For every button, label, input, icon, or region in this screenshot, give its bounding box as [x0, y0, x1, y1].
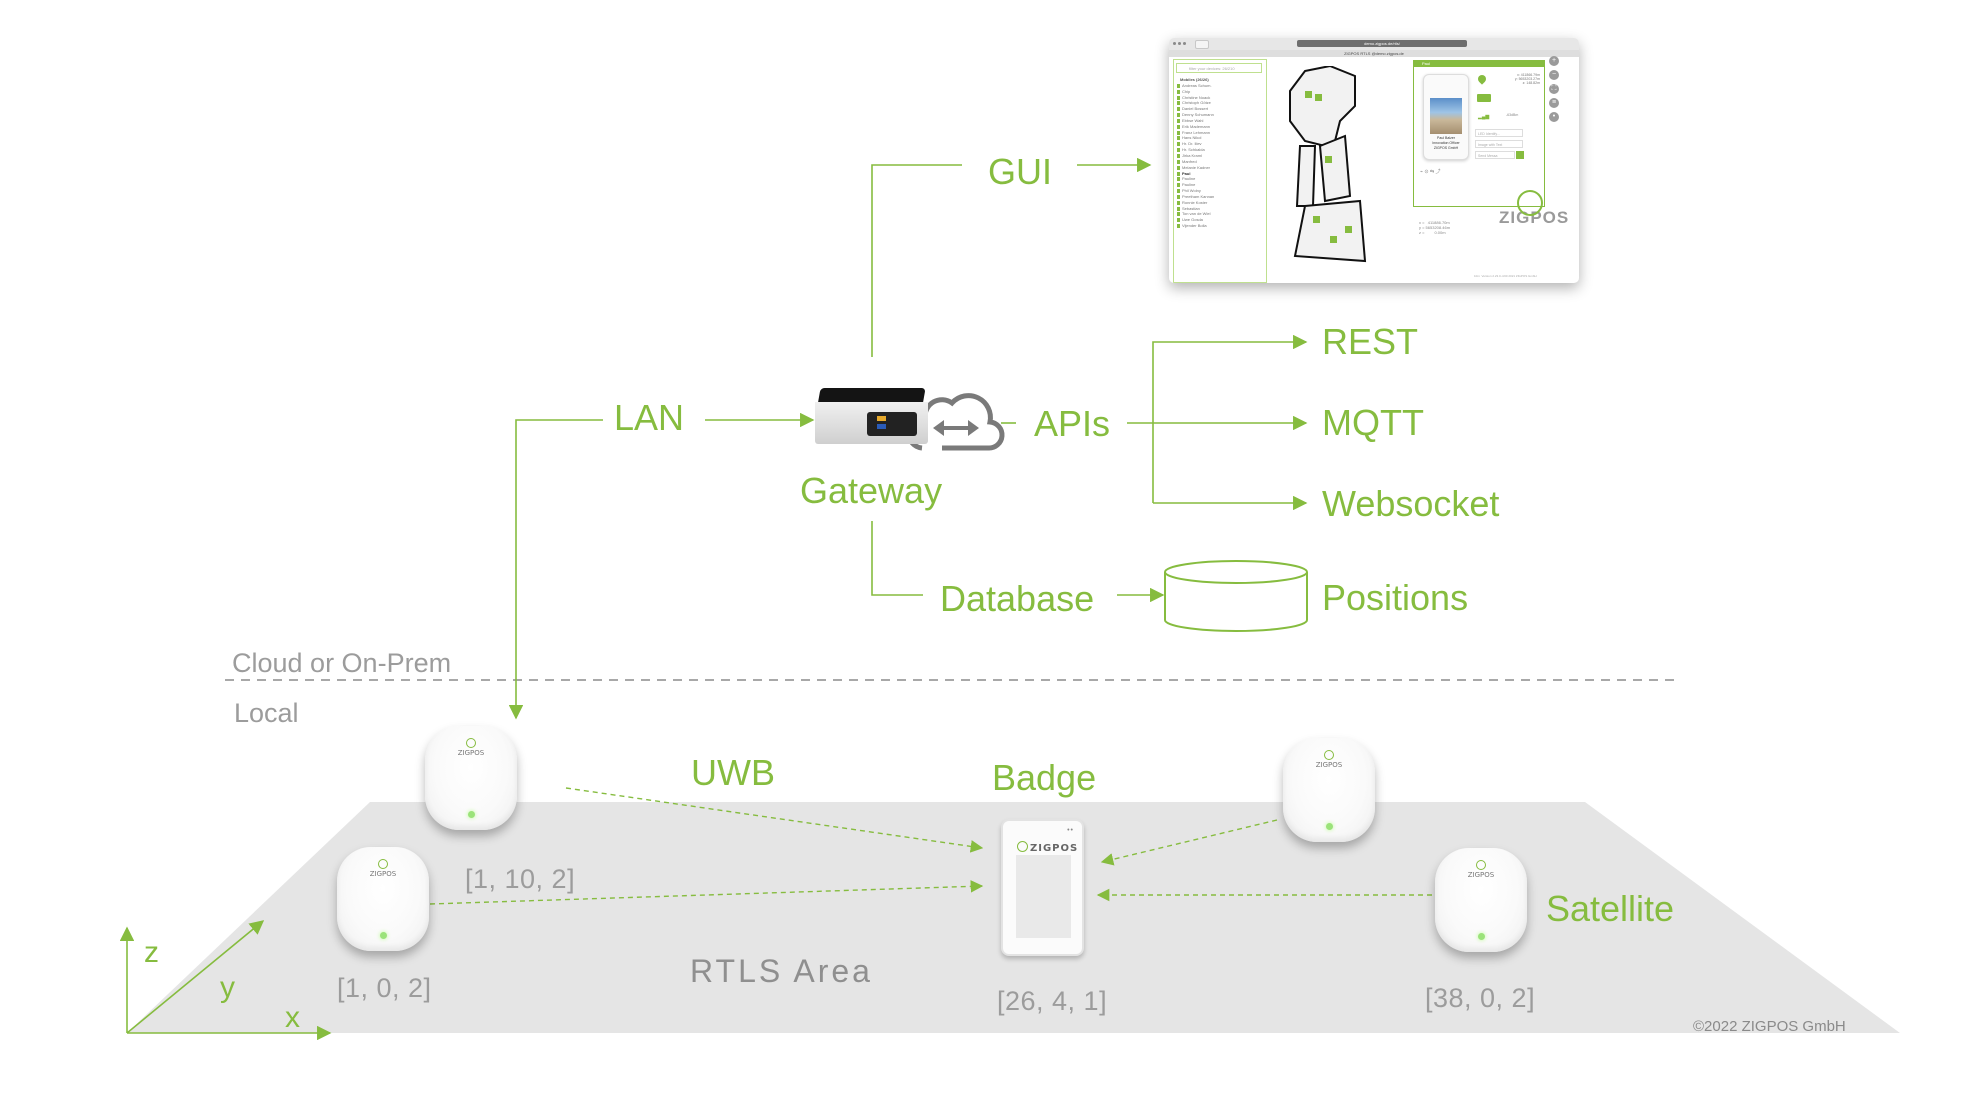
satellite-coords-1-10-2: [1, 10, 2]	[465, 864, 576, 894]
database-cylinder-icon	[1164, 560, 1308, 632]
battery-icon	[1477, 94, 1491, 102]
device-detail-card: Paul Paul Balzer Innovation Officer ZIGP…	[1413, 60, 1545, 207]
badge-screen	[1016, 855, 1071, 938]
satellite-anchor: ZIGPOS	[425, 726, 517, 830]
device-sidebar: filter your devices: 26/210 Mobiles (26/…	[1173, 59, 1267, 283]
cursor-coordinates: x = 411886.70m y = 5653208.46m z = 0.00m	[1419, 220, 1451, 235]
person-photo	[1430, 98, 1462, 134]
zigpos-logo: ZIGPOS	[1283, 750, 1375, 769]
gui-connector	[871, 164, 962, 357]
zone-label-cloud: Cloud or On-Prem	[232, 648, 452, 678]
window-controls-icon	[1173, 42, 1176, 45]
gateway-mini-pc-icon	[815, 388, 928, 446]
badge-label: Badge	[992, 757, 1097, 798]
zigpos-brand-logo: ZIGPOS	[1499, 190, 1569, 228]
status-led	[380, 932, 387, 939]
apis-label: APIs	[1034, 403, 1111, 444]
pos-z: z: 148.82m	[1522, 81, 1540, 85]
axis-z-label: z	[144, 936, 159, 969]
zoom-in-icon: +	[1549, 56, 1559, 66]
lan-label: LAN	[614, 397, 685, 438]
person-company: ZIGPOS GmbH	[1433, 146, 1459, 150]
uwb-label: UWB	[691, 752, 775, 793]
signal-strength: -63dBm	[1506, 113, 1519, 117]
device-list-item: Preetham Kannan	[1177, 194, 1214, 200]
browser-tab: ZIGPOS RTLS @demo.zigpos.de	[1169, 50, 1579, 57]
badge-coords: [26, 4, 1]	[997, 986, 1108, 1016]
image-select: Image with Text	[1475, 140, 1523, 148]
device-filter-input: filter your devices: 26/210	[1176, 63, 1262, 73]
led-select: LED Identify...	[1475, 129, 1523, 137]
axis-x-label: x	[285, 1001, 300, 1034]
satellite-anchor: ZIGPOS	[337, 847, 429, 951]
map-controls: + − ⛶ ≡ •	[1549, 56, 1559, 126]
nav-buttons-icon	[1195, 40, 1209, 49]
satellite-coords-38-0-2: [38, 0, 2]	[1425, 983, 1536, 1013]
device-list-item: Andreas Schum.	[1177, 83, 1214, 89]
message-input: Send Messa	[1475, 151, 1515, 159]
zone-label-local: Local	[234, 698, 299, 728]
satellite-anchor: ZIGPOS	[1435, 848, 1527, 952]
zigpos-logo: ZIGPOS	[425, 738, 517, 757]
database-label: Database	[940, 578, 1095, 619]
floor-plan-map	[1289, 66, 1367, 263]
rtls-area-label: RTLS Area	[690, 953, 873, 989]
lan-connector-down	[508, 419, 603, 720]
axis-y-label: y	[220, 971, 235, 1004]
gui-label: GUI	[988, 151, 1053, 192]
fit-icon: ⛶	[1549, 84, 1559, 94]
satellite-anchor: ZIGPOS	[1283, 738, 1375, 842]
address-bar: demo.zigpos.de/rtls/	[1297, 40, 1467, 47]
api-mqtt: MQTT	[1322, 402, 1424, 443]
zoom-out-icon: −	[1549, 70, 1559, 80]
status-led	[1326, 823, 1333, 830]
satellite-coords-1-0-2: [1, 0, 2]	[337, 973, 432, 1003]
bell-icon: •	[1549, 112, 1559, 122]
badge-device: •• ZIGPOS	[1001, 819, 1084, 956]
zigpos-logo: ZIGPOS	[337, 859, 429, 878]
api-rest: REST	[1322, 321, 1419, 362]
device-list-item: Melanie Kadner	[1177, 165, 1214, 171]
layers-icon: ≡	[1549, 98, 1559, 108]
satellite-label: Satellite	[1546, 888, 1675, 929]
zigpos-logo: ZIGPOS	[1435, 860, 1527, 879]
location-pin-icon	[1476, 73, 1488, 85]
card-title: Paul	[1414, 61, 1544, 67]
gui-screenshot: demo.zigpos.de/rtls/ ZIGPOS RTLS @demo.z…	[1169, 38, 1579, 283]
device-list-item: Erik Mademann	[1177, 124, 1214, 130]
device-list: Mobiles (26/26) Andreas Schum. Chip Christ…	[1177, 77, 1214, 229]
version-text: 10m Version 2.23.0-rc60 2021 ZIGPOS GmbH	[1474, 274, 1537, 278]
card-tool-icons: ⌁ ⊙ ⇆ ⤴	[1420, 169, 1441, 175]
send-icon	[1516, 151, 1524, 159]
zigpos-logo: ZIGPOS	[1017, 841, 1078, 854]
bidirectional-arrow-icon	[933, 420, 979, 436]
signal-icon: ▂▄▆	[1478, 114, 1490, 120]
status-led	[1478, 933, 1485, 940]
status-led	[468, 811, 475, 818]
copyright: ©2022 ZIGPOS GmbH	[1693, 1018, 1846, 1035]
api-websocket: Websocket	[1322, 483, 1500, 524]
device-list-item: Vijender Bolla	[1177, 223, 1214, 229]
storage-label: Positions	[1322, 577, 1469, 618]
database-connector	[871, 521, 923, 596]
gateway-label: Gateway	[800, 470, 943, 511]
badge-preview: Paul Balzer Innovation Officer ZIGPOS Gm…	[1423, 74, 1469, 160]
